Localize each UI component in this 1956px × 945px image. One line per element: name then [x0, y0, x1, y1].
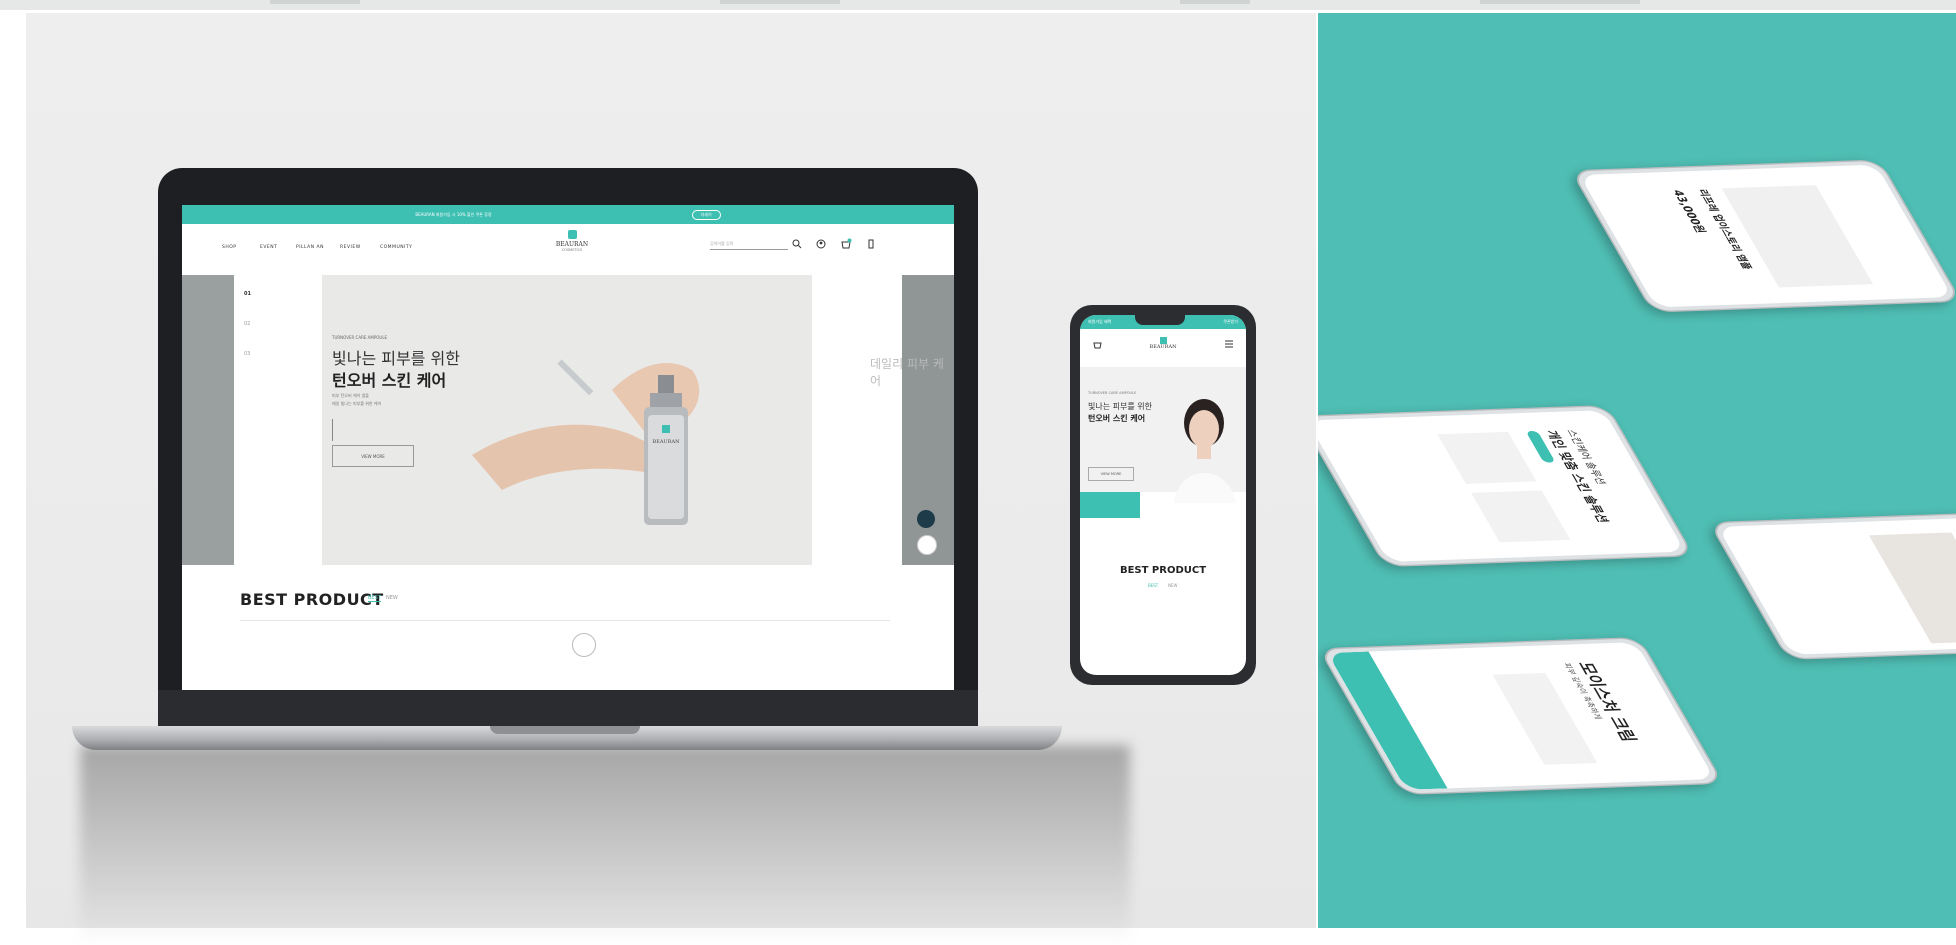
- cart-icon[interactable]: [840, 238, 852, 250]
- review-image: [1868, 532, 1956, 644]
- phone-cart-icon[interactable]: [1092, 339, 1102, 349]
- phone-tab-best[interactable]: BEST: [1148, 583, 1158, 588]
- nav-item-pillan[interactable]: PILLAN AN: [296, 245, 324, 250]
- phone-hero-title-1: 빛나는 피부를 위한: [1088, 402, 1152, 411]
- tab-best[interactable]: BEST: [368, 595, 381, 602]
- product-grid: [240, 620, 890, 690]
- hero-title-line1: 빛나는 피부를 위한: [332, 349, 460, 368]
- iso-phone-list-screen: 스킨케어 솔루션 개인 맞춤 스킨 솔루션: [1318, 410, 1686, 562]
- nav-item-shop[interactable]: SHOP: [222, 245, 237, 250]
- search-input[interactable]: 검색어를 입력: [710, 241, 788, 250]
- phone-hero-model-image: [1174, 399, 1236, 503]
- phone-hamburger-icon[interactable]: [1224, 339, 1234, 349]
- user-icon[interactable]: [816, 239, 826, 249]
- phone-announcement-text: 회원가입 혜택: [1088, 319, 1112, 324]
- laptop-notch: [490, 726, 640, 734]
- nav-item-event[interactable]: EVENT: [260, 245, 277, 250]
- hero-desc-line1: 피부 턴오버 케어 앰플: [332, 393, 369, 398]
- phone-logo[interactable]: BEAURAN: [1146, 337, 1180, 350]
- logo-text: BEAURAN: [555, 241, 589, 248]
- phone-screen: 회원가입 혜택 쿠폰받기 BEAURAN TURNOVER CARE AMPOU…: [1080, 315, 1246, 675]
- phone-hero-eyebrow: TURNOVER CARE AMPOULE: [1088, 391, 1137, 395]
- floating-chat-button[interactable]: [917, 535, 937, 555]
- announcement-text: BEAURAN 회원가입 시 10% 할인 쿠폰 증정: [415, 211, 492, 217]
- phone-logo-text: BEAURAN: [1149, 344, 1177, 350]
- search-icon[interactable]: [792, 239, 802, 249]
- iso-phone-list: 스킨케어 솔루션 개인 맞춤 스킨 솔루션: [1318, 404, 1695, 568]
- prev-slide-image: [182, 275, 234, 565]
- laptop-chin: [158, 690, 978, 728]
- iso-phone-promo: 모이스처 크림 피부 깊숙이 촉촉하게: [1318, 636, 1725, 796]
- slide-index-3[interactable]: 03: [244, 351, 250, 357]
- menu-icon[interactable]: [866, 239, 876, 249]
- announcement-bar: BEAURAN 회원가입 시 10% 할인 쿠폰 증정 자세히: [182, 205, 954, 224]
- next-hero-title: 데일리 피부 케어: [870, 357, 944, 388]
- laptop-shadow: [80, 745, 1130, 945]
- slide-index-2[interactable]: 02: [244, 321, 250, 327]
- phone-best-product-title: BEST PRODUCT: [1119, 565, 1207, 576]
- hero-view-more-button[interactable]: VIEW MORE: [332, 445, 414, 467]
- nav-item-review[interactable]: REVIEW: [340, 245, 361, 250]
- nav-item-community[interactable]: COMMUNITY: [380, 245, 412, 250]
- floating-top-button[interactable]: [917, 510, 935, 528]
- hero-desc-line2: 매일 빛나는 피부를 위한 케어: [332, 401, 382, 406]
- phone-hero-button[interactable]: VIEW MORE: [1088, 467, 1134, 481]
- laptop-screen: BEAURAN 회원가입 시 10% 할인 쿠폰 증정 자세히 SHOP EVE…: [182, 205, 954, 690]
- iso-phone-review: [1708, 512, 1956, 660]
- iso-phone-review-screen: [1717, 517, 1956, 655]
- brand-logo[interactable]: BEAURAN COSMETICS: [542, 230, 602, 264]
- iso-phone-promo-screen: 모이스처 크림 피부 깊숙이 촉촉하게: [1327, 642, 1715, 790]
- promo-footer-band: [1327, 651, 1448, 790]
- top-image-strip: [0, 0, 1956, 10]
- phone-announcement-button[interactable]: 쿠폰받기: [1223, 319, 1238, 325]
- phone-hero-title-2: 턴오버 스킨 케어: [1088, 414, 1146, 423]
- slide-index-1[interactable]: 01: [244, 291, 251, 297]
- announcement-button[interactable]: 자세히: [691, 209, 721, 220]
- logo-subtext: COSMETICS: [561, 248, 583, 252]
- detail-product-image: [1721, 185, 1874, 288]
- logo-mark: [567, 230, 577, 239]
- hero-eyebrow: TURNOVER CARE AMPOULE: [332, 335, 388, 340]
- hero-title-line2: 턴오버 스킨 케어: [332, 371, 447, 390]
- isometric-phones-scene: 리프레 업이스토리 앰플 43,000원 스킨케어 솔루션 개인 맞춤 스킨 솔…: [1318, 13, 1956, 928]
- iso-phone-detail: 리프레 업이스토리 앰플 43,000원: [1570, 159, 1956, 313]
- phone-notch: [1135, 315, 1185, 325]
- phone-tab-new[interactable]: NEW: [1168, 583, 1177, 588]
- hero-product-image: BEAURAN: [472, 359, 700, 525]
- iso-phone-detail-screen: 리프레 업이스토리 앰플 43,000원: [1579, 164, 1953, 308]
- list-product-card-2[interactable]: [1471, 490, 1571, 543]
- best-product-title: BEST PRODUCT: [240, 590, 384, 609]
- tab-new[interactable]: NEW: [386, 595, 398, 601]
- phone-slide-pager[interactable]: [1080, 492, 1140, 518]
- hero-divider: [332, 419, 333, 441]
- phone-logo-mark: [1159, 337, 1167, 344]
- bottle-label: BEAURAN: [653, 439, 681, 445]
- list-product-card-1[interactable]: [1437, 431, 1537, 484]
- product-carousel-control[interactable]: [572, 633, 596, 657]
